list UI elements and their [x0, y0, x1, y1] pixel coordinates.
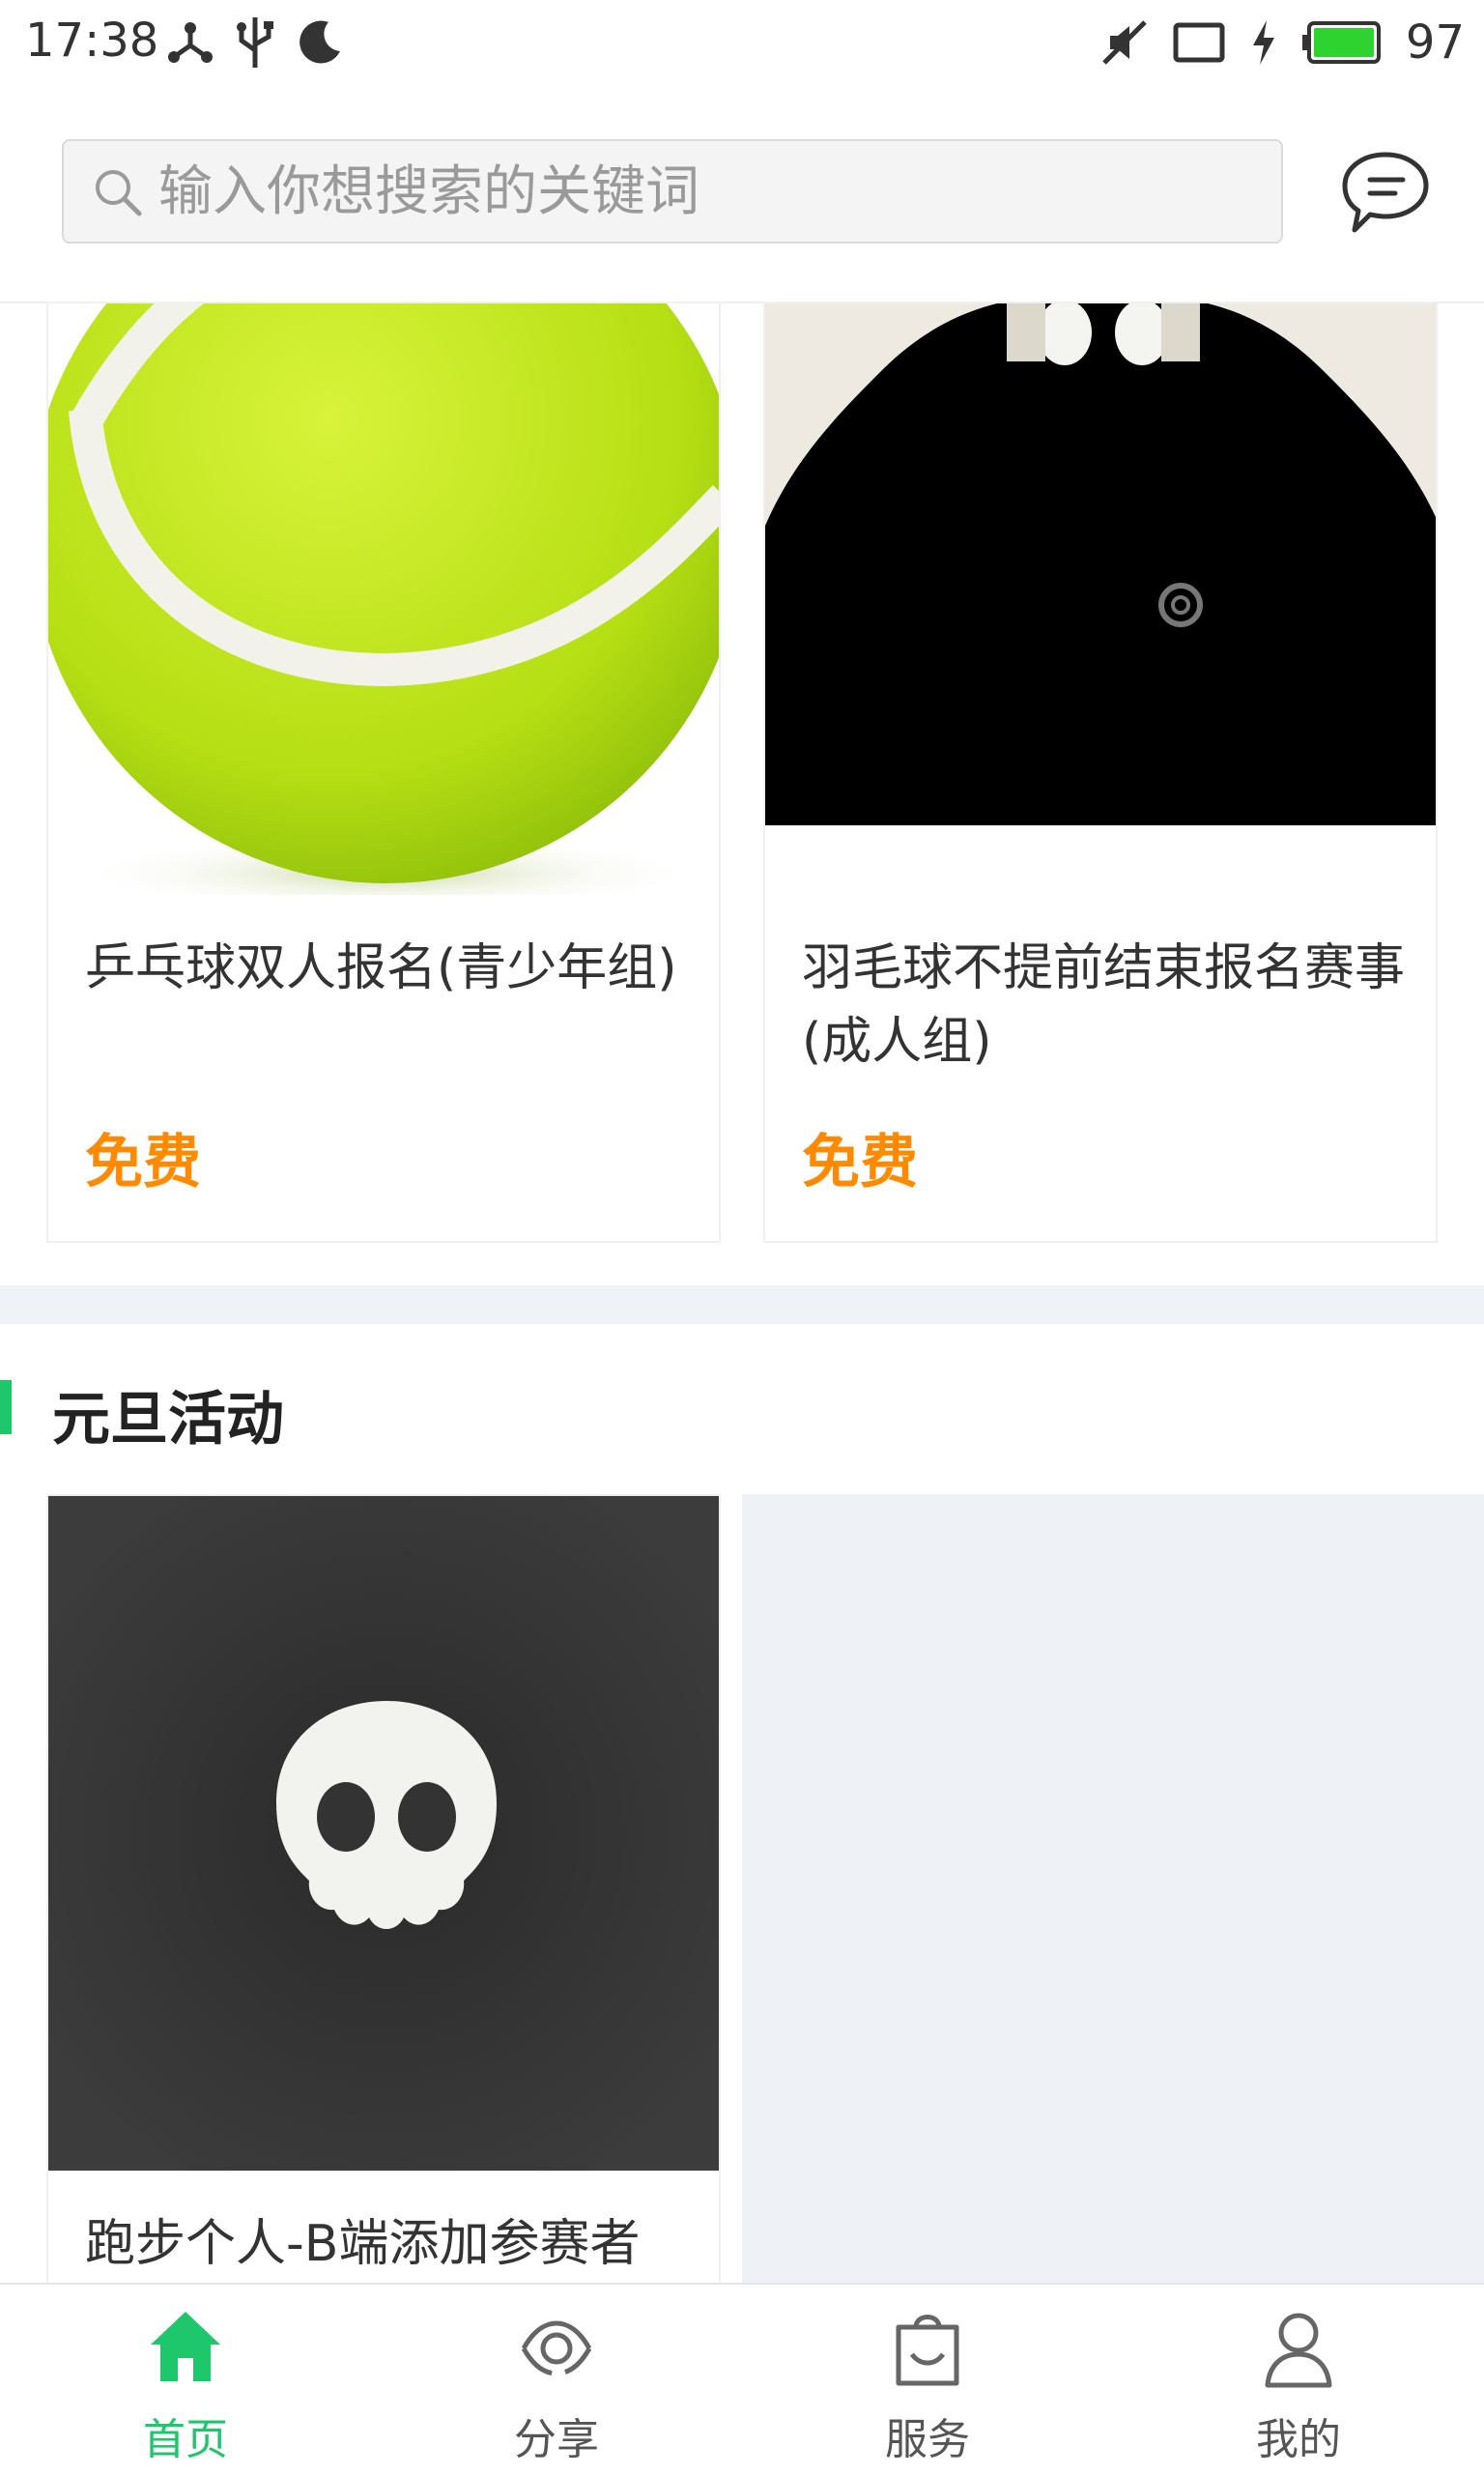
empty-card-placeholder	[742, 1494, 1484, 2287]
event-card[interactable]: 跑步个人-B端添加参赛者	[46, 1494, 721, 2306]
tab-mine[interactable]: 我的	[1113, 2285, 1484, 2476]
search-icon	[96, 170, 142, 216]
event-image-skull	[48, 1496, 719, 2171]
event-title: 跑步个人-B端添加参赛者	[85, 2215, 641, 2273]
network-icon	[168, 22, 213, 63]
status-icons-left	[166, 14, 344, 72]
event-title: 乒乓球双人报名(青少年组)	[85, 939, 677, 997]
tab-label: 服务	[885, 2415, 970, 2464]
event-price: 免费	[85, 1129, 201, 1196]
section-accent-bar	[0, 1380, 12, 1434]
screen-rotate-icon	[1173, 22, 1225, 63]
event-title: 羽毛球不提前结束报名赛事(成人组)	[802, 939, 1406, 1071]
section-title: 元旦活动	[52, 1386, 284, 1454]
status-bar: 17:38 97	[0, 0, 1484, 89]
status-icons-right: 97	[1100, 14, 1465, 72]
moon-icon	[300, 20, 340, 64]
home-icon	[151, 2312, 220, 2381]
battery-icon	[1301, 21, 1381, 64]
event-image-tennis-ball	[48, 303, 719, 895]
search-input[interactable]	[157, 158, 1223, 224]
search-box[interactable]	[62, 139, 1283, 244]
tab-share[interactable]: 分享	[371, 2285, 742, 2476]
usb-icon	[237, 17, 273, 68]
share-eye-icon	[521, 2320, 592, 2376]
battery-level: 97	[1405, 15, 1465, 70]
bottom-tab-bar: 首页 分享 服务 我的	[0, 2283, 1484, 2476]
event-price: 免费	[802, 1129, 918, 1196]
status-time: 17:38	[25, 14, 159, 68]
tab-label: 我的	[1256, 2415, 1341, 2464]
message-icon[interactable]	[1335, 141, 1436, 242]
event-image-badminton	[765, 303, 1436, 895]
mute-icon	[1102, 20, 1147, 65]
user-icon	[1265, 2313, 1332, 2388]
tab-home[interactable]: 首页	[0, 2285, 371, 2476]
tab-services[interactable]: 服务	[742, 2285, 1113, 2476]
section-divider	[0, 1285, 1484, 1324]
charging-icon	[1252, 20, 1274, 65]
tab-label: 首页	[143, 2415, 228, 2464]
shopping-bag-icon	[896, 2315, 959, 2386]
event-card[interactable]: 羽毛球不提前结束报名赛事(成人组) 免费	[763, 302, 1438, 1243]
event-card[interactable]: 乒乓球双人报名(青少年组) 免费	[46, 302, 721, 1243]
top-header	[0, 89, 1484, 303]
tab-label: 分享	[514, 2415, 599, 2464]
